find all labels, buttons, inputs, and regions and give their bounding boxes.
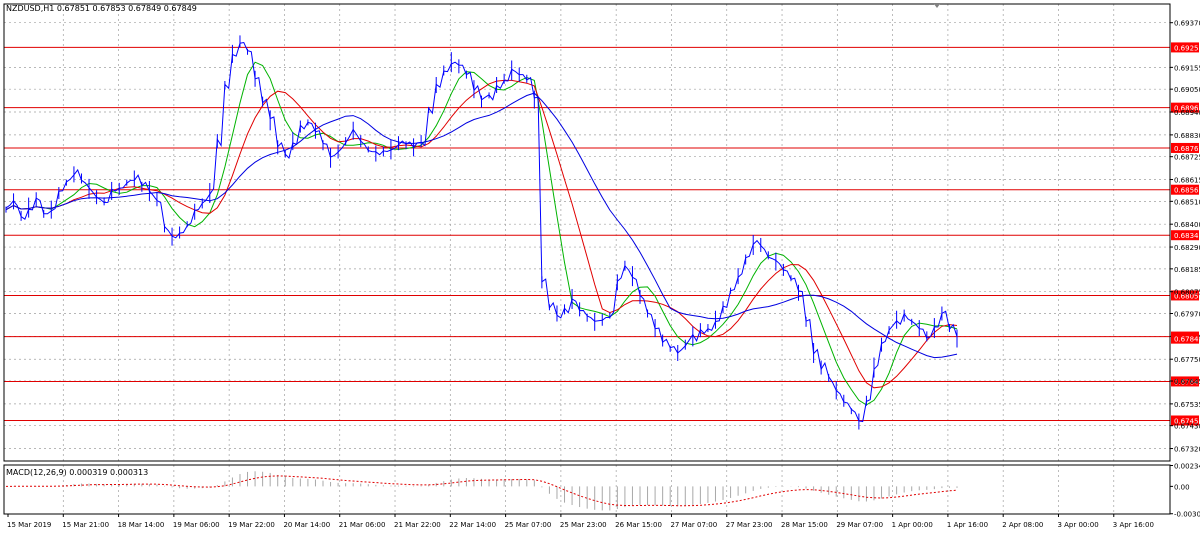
- y-tick-label: 0.68830: [1174, 132, 1200, 140]
- x-tick-label: 26 Mar 15:00: [615, 521, 662, 529]
- x-tick-label: 1 Apr 00:00: [892, 521, 933, 529]
- chart-background: [0, 0, 1200, 531]
- x-tick-label: 27 Mar 07:00: [670, 521, 717, 529]
- y-tick-label: 0.68615: [1174, 177, 1200, 185]
- forex-chart[interactable]: 0.692510.689610.687670.685660.683470.680…: [0, 0, 1200, 531]
- y-tick-label: 0.67970: [1174, 311, 1200, 319]
- macd-tick-label: 0.002344: [1174, 462, 1200, 470]
- macd-tick-label: -0.003071: [1174, 511, 1200, 519]
- x-tick-label: 29 Mar 07:00: [836, 521, 883, 529]
- y-tick-label: 0.67750: [1174, 356, 1200, 364]
- x-tick-label: 15 Mar 2019: [7, 521, 51, 529]
- macd-tick-label: 0.00: [1174, 483, 1190, 491]
- x-tick-label: 27 Mar 23:00: [726, 521, 773, 529]
- x-tick-label: 18 Mar 14:00: [118, 521, 165, 529]
- level-label: 0.68566: [1174, 187, 1200, 195]
- y-tick-label: 0.68075: [1174, 289, 1200, 297]
- macd-label: MACD(12,26,9) 0.000319 0.000313: [6, 468, 148, 477]
- x-tick-label: 2 Apr 08:00: [1002, 521, 1043, 529]
- level-label: 0.68767: [1174, 145, 1200, 153]
- level-label: 0.68347: [1174, 232, 1200, 240]
- y-tick-label: 0.67430: [1174, 423, 1200, 431]
- y-tick-label: 0.69370: [1174, 20, 1200, 28]
- x-tick-label: 25 Mar 07:00: [505, 521, 552, 529]
- instrument-info: NZDUSD,H1 0.67851 0.67853 0.67849 0.6784…: [6, 4, 197, 13]
- y-tick-label: 0.67535: [1174, 401, 1200, 409]
- x-tick-label: 28 Mar 15:00: [781, 521, 828, 529]
- y-tick-label: 0.68940: [1174, 109, 1200, 117]
- y-tick-label: 0.68400: [1174, 221, 1200, 229]
- x-tick-label: 3 Apr 16:00: [1113, 521, 1154, 529]
- x-tick-label: 21 Mar 06:00: [339, 521, 386, 529]
- y-tick-label: 0.67645: [1174, 378, 1200, 386]
- current-price-label: 0.67849: [1174, 336, 1200, 344]
- x-tick-label: 25 Mar 23:00: [560, 521, 607, 529]
- y-tick-label: 0.69050: [1174, 86, 1200, 94]
- x-tick-label: 20 Mar 14:00: [283, 521, 330, 529]
- y-tick-label: 0.68185: [1174, 266, 1200, 274]
- level-label: 0.69251: [1174, 44, 1200, 52]
- x-tick-label: 22 Mar 14:00: [449, 521, 496, 529]
- y-tick-label: 0.68290: [1174, 244, 1200, 252]
- y-tick-label: 0.69155: [1174, 64, 1200, 72]
- x-tick-label: 21 Mar 22:00: [394, 521, 441, 529]
- x-tick-label: 19 Mar 06:00: [173, 521, 220, 529]
- y-tick-label: 0.67320: [1174, 446, 1200, 454]
- x-tick-label: 3 Apr 00:00: [1057, 521, 1098, 529]
- chart-container[interactable]: 0.692510.689610.687670.685660.683470.680…: [0, 0, 1200, 531]
- x-tick-label: 1 Apr 16:00: [947, 521, 988, 529]
- x-tick-label: 19 Mar 22:00: [228, 521, 275, 529]
- y-tick-label: 0.68725: [1174, 154, 1200, 162]
- y-tick-label: 0.68510: [1174, 198, 1200, 206]
- x-tick-label: 15 Mar 21:00: [62, 521, 109, 529]
